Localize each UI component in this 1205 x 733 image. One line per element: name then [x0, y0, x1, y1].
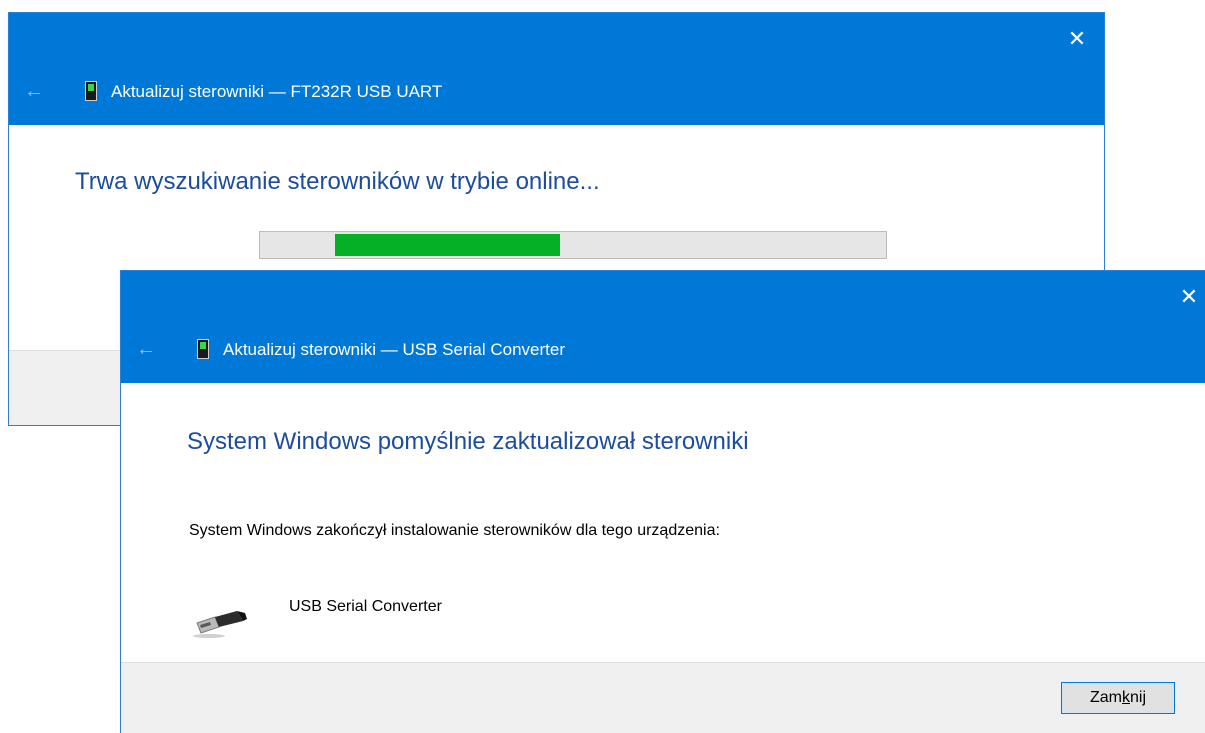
searching-heading: Trwa wyszukiwanie sterowników w trybie o…	[75, 168, 600, 195]
search-progress-fill	[335, 234, 561, 256]
back-arrow-icon[interactable]: ←	[23, 80, 45, 102]
window-title: Aktualizuj sterowniki — USB Serial Conve…	[223, 340, 566, 359]
install-message: System Windows zakończył instalowanie st…	[189, 522, 720, 539]
device-icon	[85, 81, 97, 101]
close-button-label-end: nij	[1129, 689, 1146, 706]
search-progress-bar	[259, 231, 887, 259]
close-icon[interactable]: ✕	[1177, 285, 1201, 309]
back-dialog-titlebar: ✕ ← Aktualizuj sterowniki — FT232R USB U…	[9, 13, 1104, 125]
back-arrow-icon: ←	[136, 338, 156, 360]
close-icon[interactable]: ✕	[1065, 27, 1089, 51]
close-dialog-button[interactable]: Zamknij	[1061, 682, 1175, 714]
front-dialog: ✕ ← Aktualizuj sterowniki — USB Serial C…	[120, 270, 1205, 733]
device-name: USB Serial Converter	[289, 598, 442, 615]
front-dialog-footer: Zamknij	[121, 662, 1205, 733]
window-title: Aktualizuj sterowniki — FT232R USB UART	[111, 82, 443, 101]
close-button-mnemonic: k	[1121, 689, 1130, 706]
usb-plug-icon	[193, 611, 247, 638]
success-heading: System Windows pomyślnie zaktualizował s…	[187, 428, 749, 455]
close-button-label-start: Zam	[1089, 689, 1122, 706]
device-icon	[197, 339, 209, 359]
front-dialog-titlebar: ✕ ← Aktualizuj sterowniki — USB Serial C…	[121, 271, 1205, 383]
